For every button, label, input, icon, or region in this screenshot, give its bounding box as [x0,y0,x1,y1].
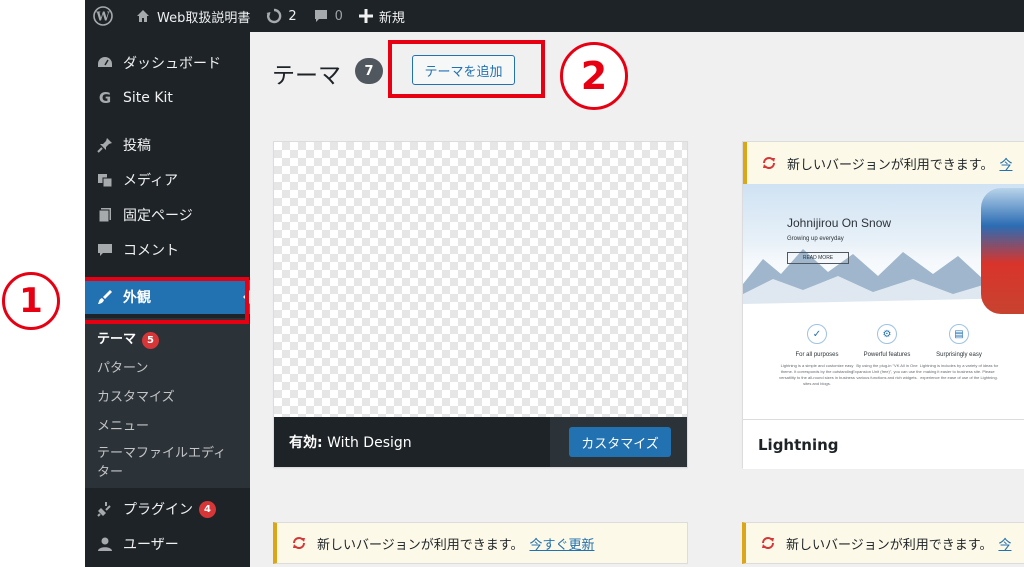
admin-bar: W Web取扱説明書 2 0 新規 [85,0,1024,32]
feature-text: Lightning is a simple and customize easy… [779,363,855,386]
pin-icon [95,135,115,155]
appearance-highlight-box [85,277,249,324]
new-content-link[interactable]: 新規 [351,0,413,32]
update-now-link[interactable]: 今 [998,534,1011,553]
submenu-item-theme-file-editor[interactable]: テーマファイルエディター [97,444,237,482]
update-now-link[interactable]: 今 [999,154,1012,173]
gears-icon: ⚙ [877,324,897,344]
active-theme-card[interactable]: 有効: With Design カスタマイズ [273,141,688,468]
submenu-item-label: テーマ [97,332,137,347]
svg-text:W: W [95,10,110,24]
sidebar-item-posts[interactable]: 投稿 [85,128,250,162]
sidebar-item-comments[interactable]: コメント [85,233,250,267]
update-icon [761,155,777,171]
sidebar-item-label: Site Kit [123,90,173,106]
feature-item: ▤ Surprisingly easy Lightning is include… [919,324,999,381]
sidebar-item-dashboard[interactable]: ダッシュボード [85,46,250,80]
notice-text: 新しいバージョンが利用できます。 [317,537,524,553]
update-icon [291,535,307,551]
hero-read-more: READ MORE [787,252,849,264]
page-title: テーマ [272,63,341,89]
lightning-screenshot: Johnijirou On Snow Growing up everyday R… [743,184,1024,419]
step-2-marker: 2 [560,42,628,110]
feature-text: By using the plug-in "VK All in One Expa… [852,363,922,380]
dashboard-icon [95,53,115,73]
notice-text: 新しいバージョンが利用できます。 [786,537,993,553]
sidebar-item-media[interactable]: メディア [85,163,250,197]
new-label: 新規 [378,10,405,26]
updates-count: 2 [288,8,297,24]
users-icon [95,534,115,554]
theme-name-lightning: Lightning [743,419,1024,469]
customize-button[interactable]: カスタマイズ [569,427,671,457]
submenu-item-themes[interactable]: テーマ 5 [97,328,160,349]
submenu-item-patterns[interactable]: パターン [97,357,148,376]
feature-item: ✓ For all purposes Lightning is a simple… [777,324,857,387]
document-icon: ▤ [949,324,969,344]
screenshot-root: 1 W Web取扱説明書 2 0 新規 ダッシュボード G Site Kit 投… [0,0,1024,567]
wordpress-admin: W Web取扱説明書 2 0 新規 ダッシュボード G Site Kit 投稿 … [85,0,1024,567]
sidebar-item-label: プラグイン [123,502,193,518]
update-notice-bottom-left: 新しいバージョンが利用できます。 今すぐ更新 [273,522,688,564]
theme-card-lightning[interactable]: 新しいバージョンが利用できます。今 Johnijirou On Snow Gro… [742,141,1024,469]
site-name: Web取扱説明書 [157,10,251,26]
hero-title: Johnijirou On Snow [787,216,892,230]
google-g-icon: G [95,88,115,108]
themes-update-badge: 5 [142,332,160,349]
sidebar-item-label: 固定ページ [123,208,193,224]
theme-screenshot-placeholder [274,142,687,417]
feature-title: For all purposes [795,352,839,358]
notice-text: 新しいバージョンが利用できます。 [787,157,994,173]
updates-link[interactable]: 2 [258,0,304,32]
site-name-link[interactable]: Web取扱説明書 [127,0,258,32]
plugins-update-badge: 4 [199,500,216,518]
sidebar-item-site-kit[interactable]: G Site Kit [85,81,250,115]
submenu-item-customize[interactable]: カスタマイズ [97,386,175,405]
media-icon [95,170,115,190]
home-icon [137,10,149,22]
hero-banner: Johnijirou On Snow Growing up everyday R… [743,184,1024,314]
active-prefix: 有効: [289,435,323,451]
update-notice: 新しいバージョンが利用できます。今 [743,142,1024,184]
submenu-item-menus[interactable]: メニュー [97,415,149,434]
feature-item: ⚙ Powerful features By using the plug-in… [847,324,927,381]
theme-count-badge: 7 [355,58,383,84]
wordpress-logo-icon: W [93,6,113,26]
svg-text:G: G [99,89,111,107]
add-theme-highlight-box [388,40,545,98]
sidebar-item-plugins[interactable]: プラグイン 4 [85,492,250,526]
sidebar-item-label: 投稿 [123,138,151,154]
plugin-icon [95,499,115,519]
update-now-link[interactable]: 今すぐ更新 [529,534,594,553]
feature-title: Powerful features [863,352,911,358]
sidebar-item-label: メディア [123,173,179,189]
update-icon [760,535,776,551]
active-theme-bar: 有効: With Design カスタマイズ [274,417,687,467]
sidebar-item-label: ユーザー [123,537,179,553]
sidebar-item-label: ダッシュボード [123,56,221,72]
step-1-marker: 1 [2,272,60,330]
active-theme-title: With Design [327,435,412,451]
plus-icon [358,9,373,23]
comment-icon [95,240,115,260]
snowboarder-image [981,188,1024,314]
comments-link[interactable]: 0 [305,0,351,32]
features-row: ✓ For all purposes Lightning is a simple… [743,324,1024,419]
active-theme-name: 有効: With Design [274,432,412,452]
update-notice-bottom-right: 新しいバージョンが利用できます。今 [742,522,1024,564]
wordpress-logo-button[interactable]: W [85,0,127,32]
appearance-submenu: テーマ 5 パターン カスタマイズ メニュー テーマファイルエディター [85,318,250,488]
feature-title: Surprisingly easy [936,352,982,358]
check-icon: ✓ [807,324,827,344]
pages-icon [95,205,115,225]
hero-subtitle: Growing up everyday [787,236,844,242]
updates-icon [266,8,282,24]
sidebar-item-users[interactable]: ユーザー [85,527,250,561]
sidebar-item-label: コメント [123,243,179,259]
feature-text: Lightning is includes by a variety of id… [919,363,999,380]
comment-bubble-icon [314,10,327,22]
sidebar-item-pages[interactable]: 固定ページ [85,198,250,232]
comments-count: 0 [334,8,343,24]
